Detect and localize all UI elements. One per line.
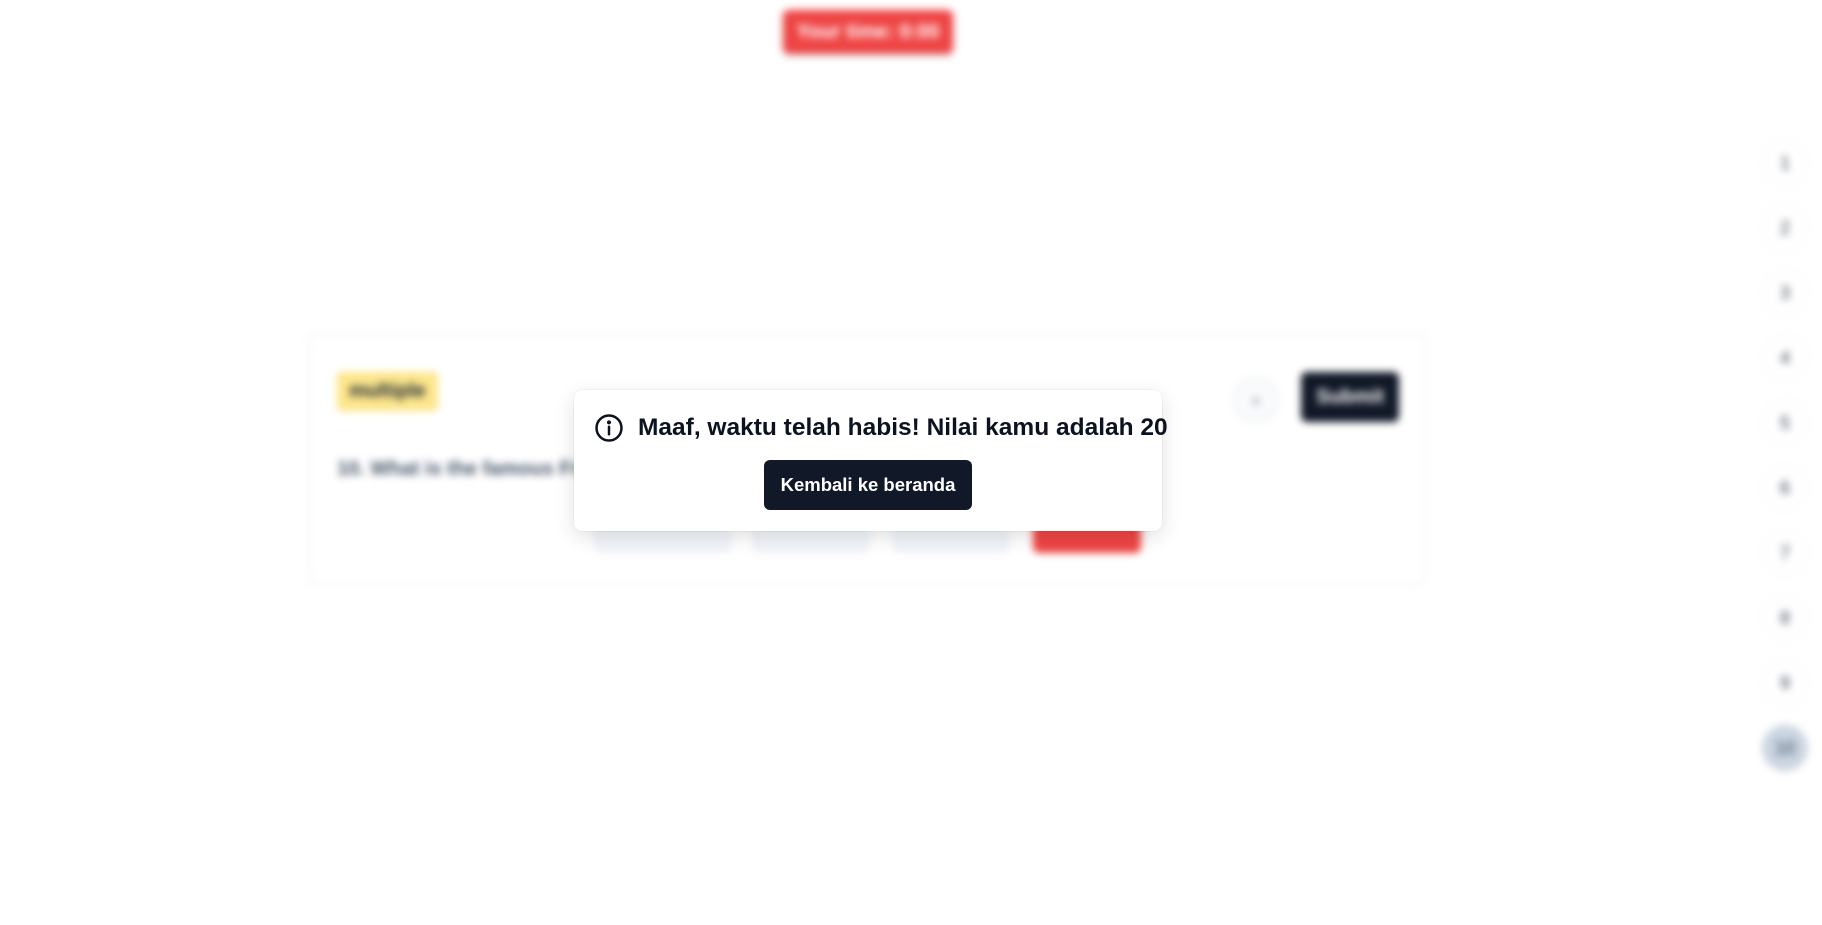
- question-nav-item[interactable]: 2: [1762, 205, 1808, 251]
- question-nav-item[interactable]: 9: [1762, 660, 1808, 706]
- info-icon: [595, 414, 623, 442]
- question-nav-item[interactable]: 5: [1762, 400, 1808, 446]
- question-nav-item-active[interactable]: 10: [1762, 725, 1808, 771]
- back-to-home-button[interactable]: Kembali ke beranda: [764, 460, 972, 510]
- question-nav-item[interactable]: 1: [1762, 140, 1808, 186]
- question-nav-item[interactable]: 4: [1762, 335, 1808, 381]
- dialog-message-row: Maaf, waktu telah habis! Nilai kamu adal…: [594, 410, 1168, 446]
- chevron-icon[interactable]: ‹: [1233, 377, 1279, 423]
- question-nav-item[interactable]: 3: [1762, 270, 1808, 316]
- question-nav-item[interactable]: 8: [1762, 595, 1808, 641]
- time-up-dialog: Maaf, waktu telah habis! Nilai kamu adal…: [574, 390, 1168, 531]
- timer-badge: Your time: 0:00: [783, 10, 953, 54]
- question-navigator: 1 2 3 4 5 6 7 8 9 10: [1762, 140, 1808, 790]
- question-nav-item[interactable]: 6: [1762, 465, 1808, 511]
- question-nav-item[interactable]: 7: [1762, 530, 1808, 576]
- question-type-badge: multiple: [337, 372, 438, 411]
- question-text: 10. What is the famous Fr: [337, 458, 580, 480]
- submit-button[interactable]: Submit: [1301, 372, 1399, 422]
- dialog-message: Maaf, waktu telah habis! Nilai kamu adal…: [638, 414, 1168, 441]
